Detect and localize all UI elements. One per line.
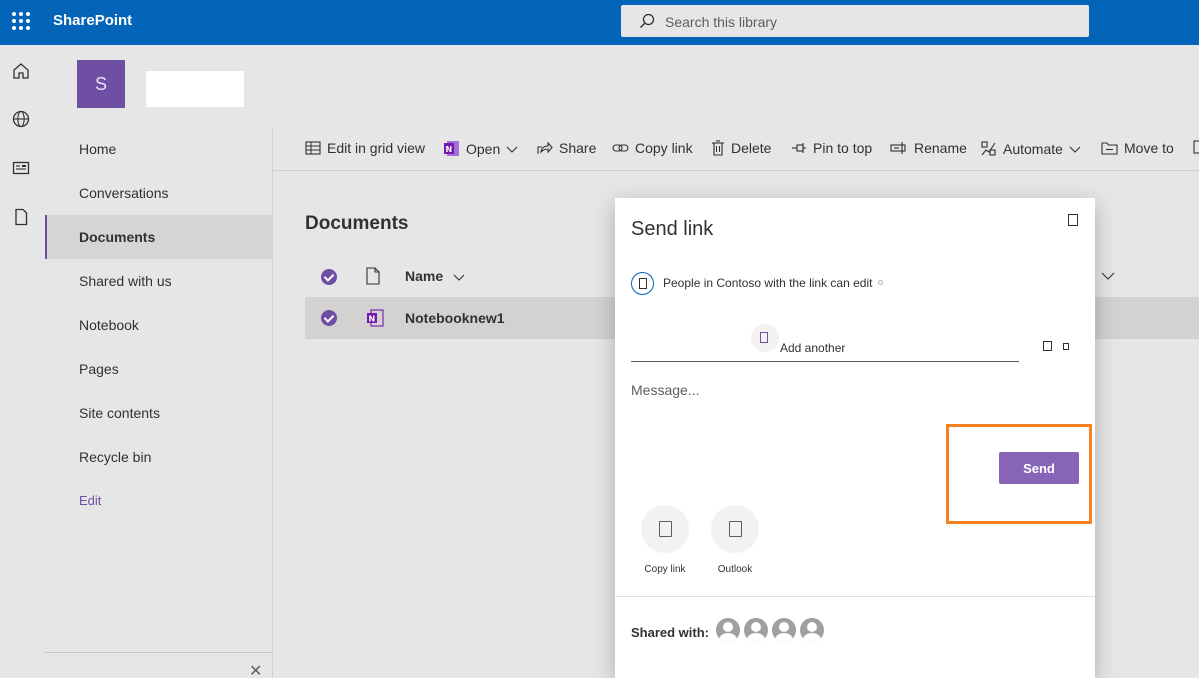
row-file-name[interactable]: Notebooknew1 <box>405 310 505 326</box>
copy-link-label: Copy link <box>635 140 693 156</box>
avatar[interactable] <box>800 618 824 642</box>
library-title: Documents <box>305 213 409 234</box>
permission-text[interactable]: People in Contoso with the link can edit <box>663 276 872 290</box>
globe-icon[interactable] <box>11 109 31 129</box>
chevron-down-icon <box>506 146 518 153</box>
share-button[interactable]: Share <box>537 140 596 156</box>
recipient-field[interactable]: Add another <box>631 324 1019 362</box>
file-type-icon <box>366 267 380 285</box>
app-title[interactable]: SharePoint <box>53 12 132 29</box>
address-book-icon[interactable] <box>1043 341 1052 351</box>
move-icon <box>1101 142 1118 155</box>
dialog-divider <box>615 596 1095 597</box>
rename-label: Rename <box>914 140 967 156</box>
person-icon <box>751 324 779 352</box>
copy-link-button[interactable]: Copy link <box>612 140 693 156</box>
shared-with-label: Shared with: <box>631 625 710 640</box>
open-button[interactable]: N Open <box>443 140 518 157</box>
file-icon[interactable] <box>11 207 31 227</box>
search-icon <box>640 13 655 28</box>
chevron-down-icon[interactable] <box>1101 270 1115 282</box>
trash-icon <box>712 140 724 156</box>
select-all-checkbox[interactable] <box>321 269 337 285</box>
news-icon[interactable] <box>11 158 31 178</box>
rename-button[interactable]: Rename <box>890 140 967 156</box>
open-label: Open <box>466 140 501 157</box>
avatar[interactable] <box>772 618 796 642</box>
suite-bar: SharePoint Search this library <box>0 0 1199 45</box>
onenote-icon: N <box>444 141 459 156</box>
nav-item-notebook[interactable]: Notebook <box>45 303 272 347</box>
column-name-label: Name <box>405 268 444 284</box>
share-label: Share <box>559 140 597 156</box>
more-commands-button[interactable] <box>1191 140 1199 156</box>
pin-to-top-label: Pin to top <box>813 140 873 156</box>
column-header-name[interactable]: Name <box>405 268 465 284</box>
copy-link-option-icon[interactable] <box>641 505 689 553</box>
nav-item-conversations[interactable]: Conversations <box>45 171 272 215</box>
nav-footer-divider <box>45 652 272 653</box>
close-icon[interactable]: ✕ <box>249 661 262 678</box>
site-name-redacted <box>146 71 244 107</box>
share-icon <box>537 141 553 154</box>
row-checkbox[interactable] <box>321 310 337 326</box>
move-to-label: Move to <box>1124 140 1174 156</box>
automate-button[interactable]: Automate <box>980 140 1081 157</box>
home-icon[interactable] <box>11 61 31 81</box>
automate-icon <box>981 141 996 156</box>
automate-label: Automate <box>1003 140 1063 157</box>
outlook-option-label: Outlook <box>717 564 753 575</box>
settings-icon[interactable] <box>1063 343 1069 350</box>
permission-chevron-icon[interactable] <box>878 280 883 285</box>
search-box[interactable]: Search this library <box>621 5 1089 37</box>
nav-item-documents[interactable]: Documents <box>45 215 272 259</box>
send-link-dialog: Send link People in Contoso with the lin… <box>615 198 1095 678</box>
link-icon <box>612 144 629 152</box>
send-button[interactable]: Send <box>999 452 1079 484</box>
app-launcher-icon[interactable] <box>12 12 30 30</box>
site-logo[interactable]: S <box>77 60 125 108</box>
delete-button[interactable]: Delete <box>711 140 771 156</box>
rename-icon <box>890 142 906 154</box>
avatar[interactable] <box>744 618 768 642</box>
move-to-button[interactable]: Move to <box>1101 140 1174 156</box>
message-input[interactable]: Message... <box>631 382 699 398</box>
onenote-icon: N <box>367 309 384 327</box>
permission-icon[interactable] <box>631 272 654 295</box>
delete-label: Delete <box>731 140 772 156</box>
recipient-placeholder: Add another <box>780 341 846 355</box>
grid-icon <box>305 141 321 155</box>
svg-text:N: N <box>446 145 453 154</box>
chevron-down-icon <box>453 274 465 282</box>
avatar[interactable] <box>716 618 740 642</box>
chevron-down-icon <box>1069 146 1081 153</box>
nav-item-site-contents[interactable]: Site contents <box>45 391 272 435</box>
left-navigation: Home Conversations Documents Shared with… <box>45 127 273 678</box>
outlook-option-icon[interactable] <box>711 505 759 553</box>
nav-edit-link[interactable]: Edit <box>45 479 272 523</box>
edit-grid-view-button[interactable]: Edit in grid view <box>305 140 425 156</box>
dialog-title: Send link <box>631 218 714 240</box>
svg-text:N: N <box>369 315 376 324</box>
search-placeholder: Search this library <box>665 14 778 30</box>
nav-item-recycle-bin[interactable]: Recycle bin <box>45 435 272 479</box>
close-icon[interactable] <box>1068 214 1078 226</box>
nav-item-pages[interactable]: Pages <box>45 347 272 391</box>
copy-icon <box>1193 140 1199 154</box>
nav-item-home[interactable]: Home <box>45 127 272 171</box>
nav-item-shared-with-us[interactable]: Shared with us <box>45 259 272 303</box>
pin-to-top-button[interactable]: Pin to top <box>791 140 872 156</box>
app-rail <box>0 45 45 678</box>
pin-icon <box>792 143 806 153</box>
copy-link-option-label: Copy link <box>644 564 686 575</box>
site-header: S <box>45 45 1199 127</box>
edit-grid-view-label: Edit in grid view <box>327 140 426 156</box>
command-bar: Edit in grid view N Open Share Copy link <box>273 127 1199 171</box>
